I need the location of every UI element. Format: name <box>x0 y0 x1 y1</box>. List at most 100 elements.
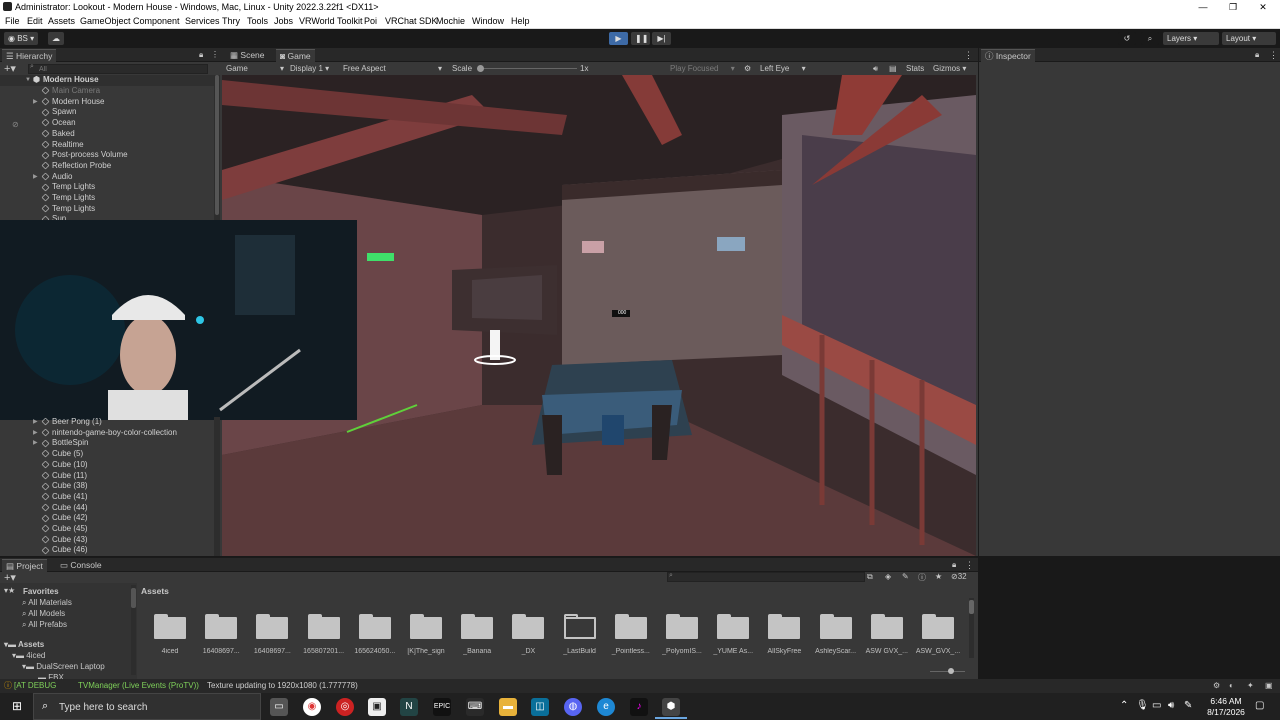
more-icon[interactable]: ⋮ <box>211 50 219 59</box>
tab-inspector[interactable]: ⓘ Inspector <box>981 49 1035 62</box>
hierarchy-item[interactable]: ▶ nintendo-game-boy-color-collection <box>0 428 214 439</box>
search-icon[interactable]: ⌕ <box>1141 32 1159 45</box>
restore-button[interactable]: ❐ <box>1218 0 1248 14</box>
hierarchy-item[interactable]: Temp Lights <box>0 204 214 215</box>
app-red-icon[interactable]: ◎ <box>336 698 354 716</box>
folder-icon[interactable] <box>154 614 186 639</box>
hierarchy-item[interactable]: Temp Lights <box>0 193 214 204</box>
tab-scene[interactable]: ▦ Scene <box>226 49 269 62</box>
minimize-button[interactable]: — <box>1188 0 1218 14</box>
expand-arrow-icon[interactable]: ▶ <box>33 428 38 439</box>
menu-vrchat-sdk[interactable]: VRChat SDK <box>385 16 438 26</box>
menu-file[interactable]: File <box>5 16 20 26</box>
hierarchy-item[interactable]: ▶ Beer Pong (1) <box>0 417 214 428</box>
pen-icon[interactable]: ✎ <box>1184 700 1192 711</box>
hierarchy-scrollbar-lower[interactable] <box>214 417 220 556</box>
expand-arrow-icon[interactable]: ▼ <box>25 75 31 86</box>
expand-arrow-icon[interactable]: ▶ <box>33 438 38 449</box>
notion-icon[interactable]: N <box>400 698 418 716</box>
layers-dropdown[interactable]: Layers ▾ <box>1163 32 1219 45</box>
capcut-icon[interactable]: ◫ <box>531 698 549 716</box>
hierarchy-item[interactable]: Cube (5) <box>0 449 214 460</box>
file-explorer-icon[interactable]: ▬ <box>499 698 517 716</box>
filter-label-icon[interactable]: ◈ <box>885 572 891 581</box>
project-search-input[interactable] <box>667 572 865 582</box>
more-icon[interactable]: ⋮ <box>965 560 974 571</box>
account-dropdown[interactable]: ◉ BS ▾ <box>4 32 39 45</box>
filter-tag-icon[interactable]: ✎ <box>902 572 909 581</box>
stats-icon[interactable]: ▤ <box>889 62 897 75</box>
menu-window[interactable]: Window <box>472 16 504 26</box>
play-focused-dropdown[interactable]: Play Focused ▾ <box>670 62 735 75</box>
game-mode-dropdown[interactable]: Game ▾ <box>226 62 284 75</box>
display-dropdown[interactable]: Display 1 ▾ <box>290 62 329 75</box>
more-icon[interactable]: ⋮ <box>964 50 973 61</box>
edge-icon[interactable]: e <box>597 698 615 716</box>
folder-label[interactable]: AshleyScar... <box>810 648 862 655</box>
folder-label[interactable]: 165807201... <box>298 648 350 655</box>
hierarchy-item[interactable]: Realtime <box>0 140 214 151</box>
chrome-icon[interactable]: ◉ <box>303 698 321 716</box>
hidden-count-badge[interactable]: ⊘32 <box>951 572 967 581</box>
assets-scrollbar[interactable] <box>969 598 974 658</box>
tree-item-4iced[interactable]: ▾▬ 4iced <box>12 651 45 660</box>
hierarchy-item[interactable]: ▶ Modern House <box>0 97 214 108</box>
hierarchy-item[interactable]: ▶ BottleSpin <box>0 438 214 449</box>
hierarchy-item[interactable]: Main Camera <box>0 86 214 97</box>
bug-icon[interactable]: ⚙ <box>1213 679 1220 693</box>
assets-root-item[interactable]: ▾▬ Assets <box>4 640 44 649</box>
menu-jobs[interactable]: Jobs <box>274 16 293 26</box>
tab-hierarchy[interactable]: ☰ Hierarchy <box>2 49 57 62</box>
hierarchy-item[interactable]: Cube (44) <box>0 503 214 514</box>
hierarchy-item[interactable]: Cube (11) <box>0 471 214 482</box>
progress-icon[interactable]: ◐ <box>1229 679 1234 693</box>
menu-edit[interactable]: Edit <box>27 16 43 26</box>
status-bar[interactable]: ⓘ [AT DEBUG TVManager (Live Events (ProT… <box>0 679 1280 693</box>
expand-arrow-icon[interactable]: ▶ <box>33 417 38 428</box>
hierarchy-item[interactable]: Cube (46) <box>0 545 214 556</box>
folder-icon[interactable] <box>307 614 340 639</box>
hierarchy-item[interactable]: Spawn <box>0 107 214 118</box>
menu-gameobject[interactable]: GameObject <box>80 16 131 26</box>
add-icon[interactable]: +▾ <box>4 62 16 75</box>
microphone-icon[interactable]: 🎙︎ <box>1136 700 1149 711</box>
cloud-icon[interactable]: ☁ <box>48 32 64 45</box>
aspect-dropdown[interactable]: Free Aspect ▾ <box>343 62 443 75</box>
folder-label[interactable]: _DX <box>502 648 554 655</box>
hierarchy-item[interactable]: Cube (43) <box>0 535 214 546</box>
tab-game[interactable]: ◙ Game <box>276 49 315 62</box>
menu-assets[interactable]: Assets <box>48 16 75 26</box>
info-icon[interactable]: ⓘ <box>918 572 926 583</box>
lock-icon[interactable]: 🔒︎ <box>952 560 956 570</box>
folder-label[interactable]: _LastBuild <box>554 648 606 655</box>
folder-icon[interactable] <box>614 614 647 639</box>
lock-icon[interactable]: 🔒︎ <box>199 50 203 60</box>
folder-icon[interactable] <box>666 614 698 639</box>
step-button[interactable]: ▶| <box>652 32 671 45</box>
audio-icon[interactable]: 🔊︎ <box>873 62 878 75</box>
menu-vrworld-toolkit[interactable]: VRWorld Toolkit <box>299 16 363 26</box>
folder-label[interactable]: _Banana <box>451 648 503 655</box>
favorite-star-icon[interactable]: ★ <box>935 572 942 581</box>
tiktok-icon[interactable]: ♪ <box>630 698 648 716</box>
favorite-all-materials[interactable]: ⌕ All Materials <box>22 598 72 608</box>
folder-label[interactable]: _Pointless... <box>605 648 657 655</box>
folder-icon[interactable] <box>205 614 238 639</box>
folder-label[interactable]: ASW GVX_... <box>861 648 913 655</box>
hierarchy-item[interactable]: ▶ Audio <box>0 172 214 183</box>
lock-icon[interactable]: 🔒︎ <box>1255 50 1259 60</box>
notifications-icon[interactable]: ▢ <box>1255 700 1264 711</box>
favorites-label[interactable]: Favorites <box>23 587 59 596</box>
hierarchy-item[interactable]: Baked <box>0 129 214 140</box>
menu-component[interactable]: Component <box>133 16 180 26</box>
folder-label[interactable]: AllSkyFree <box>758 648 810 655</box>
hierarchy-search-input[interactable] <box>28 64 208 74</box>
filter-type-icon[interactable]: ⧉ <box>867 572 873 582</box>
hierarchy-item[interactable]: Cube (38) <box>0 481 214 492</box>
hierarchy-item[interactable]: Cube (45) <box>0 524 214 535</box>
folder-icon[interactable] <box>512 614 545 639</box>
icon-size-slider[interactable] <box>930 668 965 674</box>
folder-label[interactable]: [K]The_sign <box>400 648 452 655</box>
stats-button[interactable]: Stats <box>906 62 924 75</box>
menu-poi[interactable]: Poi <box>364 16 377 26</box>
